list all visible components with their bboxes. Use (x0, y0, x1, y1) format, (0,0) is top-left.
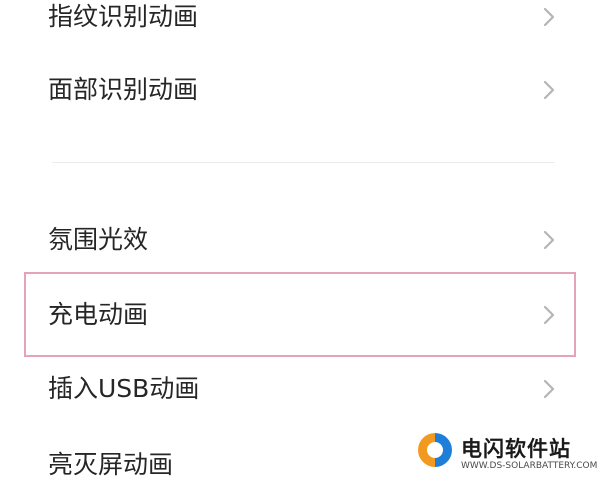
settings-row-label: 指纹识别动画 (48, 2, 199, 31)
watermark-site-name: 电闪软件站 (461, 437, 571, 461)
chevron-right-icon (543, 379, 555, 399)
section-divider (52, 162, 555, 163)
settings-row-label: 插入USB动画 (48, 374, 200, 403)
settings-row-face-recognition-animation[interactable]: 面部识别动画 (0, 55, 600, 125)
chevron-right-icon (543, 80, 555, 100)
settings-list: 指纹识别动画 面部识别动画 氛围光效 充电动画 插入USB动画 亮灭屏动画 (0, 0, 600, 481)
chevron-right-icon (543, 7, 555, 27)
settings-row-label: 面部识别动画 (48, 75, 199, 104)
chevron-right-icon (543, 305, 555, 324)
chevron-right-icon (543, 230, 555, 250)
settings-row-label: 充电动画 (48, 299, 149, 329)
settings-row-charging-animation[interactable]: 充电动画 (24, 272, 576, 357)
settings-row-usb-animation[interactable]: 插入USB动画 (0, 354, 600, 424)
site-logo-icon (418, 433, 452, 467)
settings-row-label: 氛围光效 (48, 225, 149, 254)
watermark-site-url: WWW.DS-SOLARBATTERY.COM (461, 461, 598, 471)
settings-row-ambient-light[interactable]: 氛围光效 (0, 205, 600, 275)
settings-row-fingerprint-animation[interactable]: 指纹识别动画 (0, 0, 600, 52)
watermark: 电闪软件站 WWW.DS-SOLARBATTERY.COM (405, 424, 600, 481)
settings-row-label: 亮灭屏动画 (48, 450, 174, 479)
